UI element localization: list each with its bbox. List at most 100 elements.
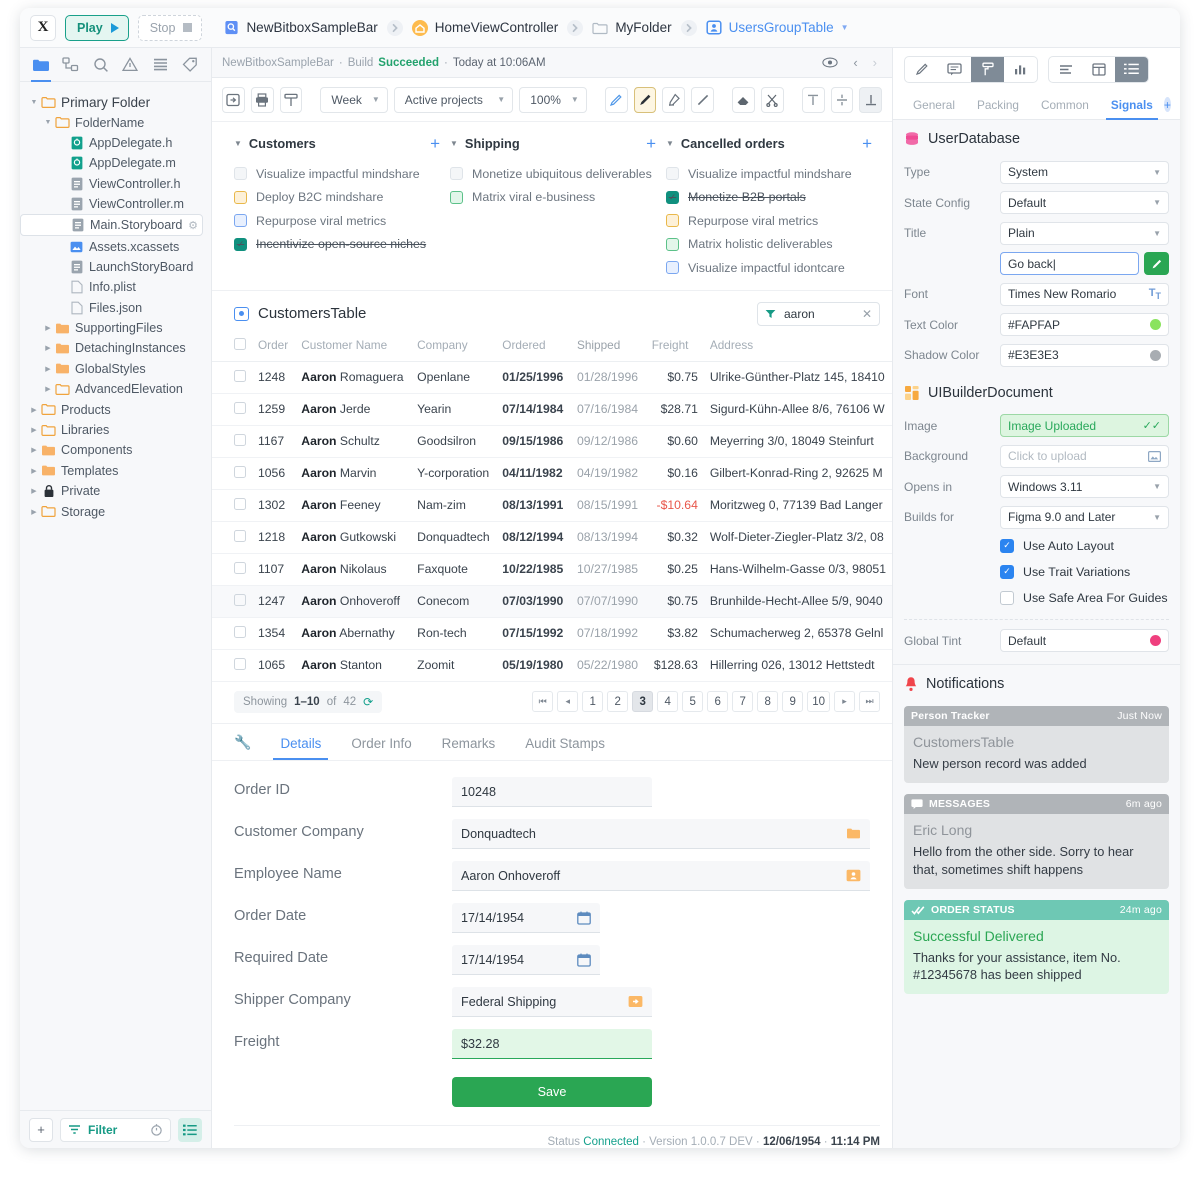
table-row[interactable]: 1354Aaron AbernathyRon-tech07/15/199207/… bbox=[212, 617, 892, 649]
detail-tab[interactable]: Remarks bbox=[427, 736, 511, 760]
table-row[interactable]: 1065Aaron StantonZoomit05/19/198005/22/1… bbox=[212, 649, 892, 681]
tree-item[interactable]: ▶Libraries bbox=[20, 420, 211, 440]
add-button[interactable]: + bbox=[29, 1118, 53, 1142]
calendar-icon[interactable] bbox=[577, 911, 591, 925]
column-header[interactable]: Shipped bbox=[571, 335, 646, 362]
pen-icon[interactable] bbox=[905, 57, 938, 82]
table-row[interactable]: 1218Aaron GutkowskiDonquadtech08/12/1994… bbox=[212, 521, 892, 553]
checkbox-icon[interactable] bbox=[666, 238, 679, 251]
row-checkbox-cell[interactable] bbox=[212, 585, 252, 617]
line-icon[interactable] bbox=[691, 87, 714, 113]
clear-search-icon[interactable]: ✕ bbox=[862, 307, 872, 321]
row-checkbox-cell[interactable] bbox=[212, 489, 252, 521]
checkbox-icon[interactable] bbox=[234, 466, 246, 478]
disclosure-triangle-icon[interactable]: ▼ bbox=[450, 139, 458, 148]
last-page-button[interactable]: ⏭ bbox=[859, 691, 880, 712]
next-page-button[interactable]: ▸ bbox=[834, 691, 855, 712]
field-input[interactable]: Federal Shipping bbox=[452, 987, 652, 1017]
disclosure-triangle-icon[interactable]: ▼ bbox=[28, 99, 40, 106]
background-upload-field[interactable]: Click to upload bbox=[1000, 445, 1169, 468]
page-button[interactable]: 4 bbox=[657, 691, 678, 712]
ruler-icon[interactable] bbox=[280, 87, 303, 113]
chart-icon[interactable] bbox=[1004, 57, 1037, 82]
table-row[interactable]: 1248Aaron RomagueraOpenlane01/25/199601/… bbox=[212, 361, 892, 393]
property-select[interactable]: System▼ bbox=[1000, 161, 1169, 184]
field-input[interactable]: Aaron Onhoveroff bbox=[452, 861, 870, 891]
detail-tab[interactable]: Audit Stamps bbox=[510, 736, 620, 760]
table-row[interactable]: 1167Aaron SchultzGoodsilron09/15/198609/… bbox=[212, 425, 892, 457]
checkbox-icon[interactable]: ✓ bbox=[234, 238, 247, 251]
pencil-icon[interactable] bbox=[1144, 252, 1169, 275]
export-icon[interactable] bbox=[222, 87, 245, 113]
eyedropper-icon[interactable] bbox=[662, 87, 685, 113]
chevron-down-icon[interactable]: ▼ bbox=[841, 23, 849, 32]
color-swatch[interactable] bbox=[1150, 635, 1161, 646]
image-icon[interactable] bbox=[1148, 451, 1161, 462]
checkbox-icon[interactable] bbox=[234, 530, 246, 542]
font-select[interactable]: Times New RomarioTT bbox=[1000, 283, 1169, 306]
tree-item[interactable]: ▼FolderName bbox=[20, 112, 211, 132]
scissors-icon[interactable] bbox=[761, 87, 784, 113]
tree-item[interactable]: ▶Components bbox=[20, 440, 211, 460]
tree-item[interactable]: Files.json bbox=[20, 298, 211, 318]
checkbox-icon[interactable] bbox=[234, 402, 246, 414]
tree-item[interactable]: ▶Products bbox=[20, 399, 211, 419]
align-top-icon[interactable] bbox=[802, 87, 825, 113]
disclosure-triangle-icon[interactable]: ▶ bbox=[28, 446, 40, 454]
field-input[interactable]: 17/14/1954 bbox=[452, 903, 600, 933]
tree-item[interactable]: ▶SupportingFiles bbox=[20, 318, 211, 338]
refresh-icon[interactable]: ⟳ bbox=[363, 695, 373, 709]
ship-folder-icon[interactable] bbox=[628, 995, 643, 1008]
contact-icon[interactable] bbox=[846, 869, 861, 882]
checkbox-icon[interactable] bbox=[1000, 591, 1014, 605]
checkbox-icon[interactable] bbox=[234, 370, 246, 382]
add-task-button[interactable]: + bbox=[430, 138, 440, 150]
breadcrumb-item-folder[interactable]: MyFolder bbox=[592, 20, 671, 35]
print-icon[interactable] bbox=[251, 87, 274, 113]
page-button[interactable]: 2 bbox=[607, 691, 628, 712]
kanban-item[interactable]: ✓Incentivize open-source niches bbox=[234, 233, 440, 257]
tree-item[interactable]: LaunchStoryBoard bbox=[20, 257, 211, 277]
search-icon[interactable] bbox=[91, 54, 111, 76]
disclosure-triangle-icon[interactable]: ▶ bbox=[28, 467, 40, 475]
disclosure-triangle-icon[interactable]: ▼ bbox=[234, 139, 242, 148]
color-swatch[interactable] bbox=[1150, 350, 1161, 361]
checkbox-icon[interactable] bbox=[234, 338, 246, 350]
kanban-item[interactable]: Visualize impactful idontcare bbox=[666, 256, 872, 280]
tree-item[interactable]: ▶DetachingInstances bbox=[20, 338, 211, 358]
play-button[interactable]: Play bbox=[65, 15, 129, 41]
row-checkbox-cell[interactable] bbox=[212, 649, 252, 681]
disclosure-triangle-icon[interactable]: ▼ bbox=[666, 139, 674, 148]
checkbox-row[interactable]: ✓Use Auto Layout bbox=[904, 533, 1169, 559]
prev-page-button[interactable]: ◂ bbox=[557, 691, 578, 712]
kanban-item[interactable]: Repurpose viral metrics bbox=[666, 209, 872, 233]
wrench-icon[interactable]: 🔧 bbox=[234, 734, 251, 751]
breadcrumb-item-project[interactable]: NewBitboxSampleBar bbox=[224, 20, 377, 35]
warning-icon[interactable] bbox=[120, 54, 140, 76]
breadcrumb-item-controller[interactable]: HomeViewController bbox=[412, 20, 559, 36]
row-checkbox-cell[interactable] bbox=[212, 553, 252, 585]
property-select[interactable]: Default▼ bbox=[1000, 191, 1169, 214]
disclosure-triangle-icon[interactable]: ▶ bbox=[28, 487, 40, 495]
checkbox-row[interactable]: Use Safe Area For Guides bbox=[904, 585, 1169, 611]
field-input[interactable]: Donquadtech bbox=[452, 819, 870, 849]
table-row[interactable]: 1247Aaron OnhoveroffConecom07/03/199007/… bbox=[212, 585, 892, 617]
kanban-item[interactable]: Deploy B2C mindshare bbox=[234, 186, 440, 210]
row-checkbox-cell[interactable] bbox=[212, 617, 252, 649]
add-task-button[interactable]: + bbox=[862, 138, 872, 150]
folder-icon[interactable] bbox=[846, 827, 861, 840]
column-header[interactable]: Address bbox=[704, 335, 892, 362]
checkbox-icon[interactable]: ✓ bbox=[1000, 565, 1014, 579]
checkbox-icon[interactable] bbox=[234, 562, 246, 574]
add-tab-button[interactable]: + bbox=[1164, 97, 1171, 112]
row-checkbox-cell[interactable] bbox=[212, 521, 252, 553]
kanban-item[interactable]: Matrix holistic deliverables bbox=[666, 233, 872, 257]
row-checkbox-cell[interactable] bbox=[212, 425, 252, 457]
checkbox-icon[interactable] bbox=[234, 167, 247, 180]
stopwatch-icon[interactable] bbox=[150, 1123, 163, 1136]
align-middle-icon[interactable] bbox=[831, 87, 854, 113]
kanban-item[interactable]: Matrix viral e-business bbox=[450, 186, 656, 210]
detail-tab[interactable]: Order Info bbox=[336, 736, 426, 760]
checkbox-icon[interactable] bbox=[666, 214, 679, 227]
next-button[interactable]: › bbox=[868, 55, 882, 70]
